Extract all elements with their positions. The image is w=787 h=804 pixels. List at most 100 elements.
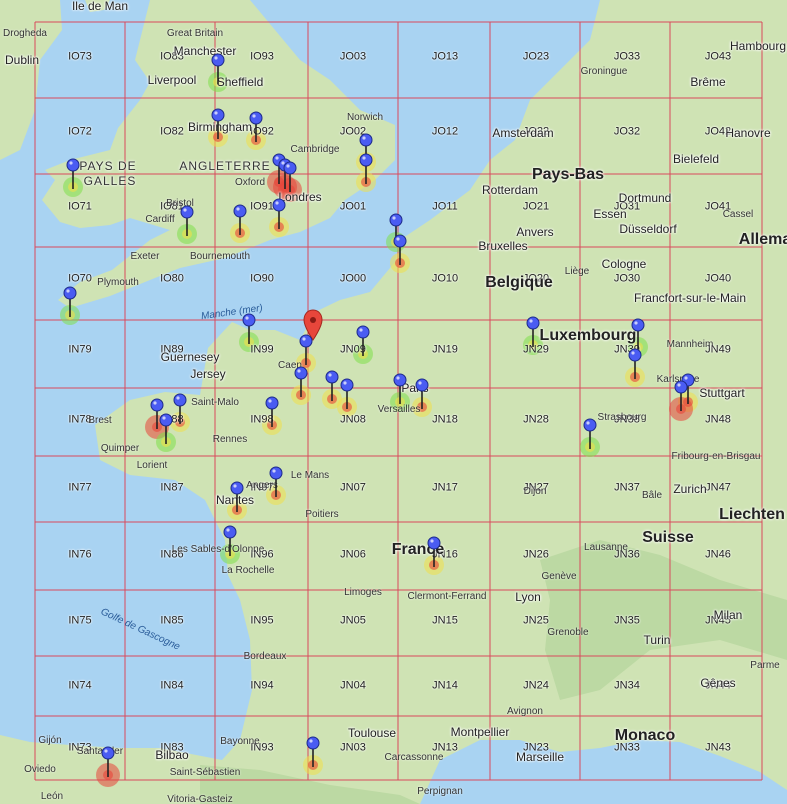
place-label: PAYS DE (79, 159, 137, 173)
blue-pin-marker[interactable] (207, 106, 229, 140)
map-view[interactable]: IO73 IO83 IO93 JO03 JO13 JO23 JO33 JO43 IO72 IO82… (0, 0, 787, 804)
grid-square-label: IO90 (250, 272, 274, 285)
place-label: Belgique (485, 274, 553, 291)
blue-pin-marker[interactable] (279, 159, 301, 193)
place-label: Vitoria-Gasteiz (167, 794, 233, 804)
grid-square-label: IN99 (250, 343, 274, 356)
grid-square-label: JN06 (340, 548, 366, 561)
blue-pin-marker[interactable] (522, 314, 544, 348)
blue-pin-marker[interactable] (670, 378, 692, 412)
place-label: Poitiers (305, 509, 339, 520)
place-label: Lyon (515, 590, 541, 604)
grid-square-label: JN24 (523, 679, 549, 692)
place-label: Guernesey (160, 350, 220, 364)
place-label: Suisse (642, 529, 694, 546)
grid-square-label: JN47 (705, 481, 731, 494)
place-label: Le Mans (290, 470, 330, 481)
grid-square-label: JO30 (613, 272, 641, 285)
blue-pin-marker[interactable] (176, 203, 198, 237)
place-label: Cardiff (145, 214, 175, 225)
place-label: Great Britain (166, 28, 224, 39)
place-label: Parme (750, 660, 780, 671)
grid-square-label: JO13 (431, 50, 459, 63)
grid-square-label: IO71 (68, 200, 92, 213)
place-label: Oxford (234, 177, 266, 188)
place-label: Stuttgart (699, 386, 745, 400)
place-label: Dublin (4, 53, 40, 67)
grid-square-label: IO72 (68, 125, 92, 138)
grid-square-label: JO03 (339, 50, 367, 63)
place-label: Düsseldorf (619, 222, 677, 236)
place-label: Cologne (601, 257, 647, 271)
place-label: Lorient (136, 460, 168, 471)
grid-square-label: JN15 (432, 614, 458, 627)
blue-pin-marker[interactable] (389, 371, 411, 405)
place-label: Milan (713, 608, 743, 622)
blue-pin-marker[interactable] (265, 464, 287, 498)
blue-pin-marker[interactable] (219, 523, 241, 557)
blue-pin-marker[interactable] (627, 316, 649, 350)
blue-pin-marker[interactable] (579, 416, 601, 450)
place-label: Saint-Malo (191, 397, 239, 408)
blue-pin-marker[interactable] (290, 364, 312, 398)
place-label: Luxembourg (539, 327, 637, 344)
place-label: Brême (690, 75, 726, 89)
blue-pin-marker[interactable] (355, 151, 377, 185)
place-label: La Rochelle (221, 565, 275, 576)
blue-pin-marker[interactable] (245, 109, 267, 143)
blue-pin-marker[interactable] (423, 534, 445, 568)
grid-square-label: IO73 (68, 50, 92, 63)
blue-pin-marker[interactable] (352, 323, 374, 357)
place-label: León (40, 791, 64, 802)
grid-square-label: JO40 (704, 272, 732, 285)
blue-pin-marker[interactable] (336, 376, 358, 410)
blue-pin-marker[interactable] (226, 479, 248, 513)
blue-pin-marker[interactable] (389, 232, 411, 266)
blue-pin-marker[interactable] (624, 346, 646, 380)
place-label: Essen (593, 207, 627, 221)
grid-square-label: JN48 (705, 413, 731, 426)
blue-pin-marker[interactable] (238, 311, 260, 345)
place-label: Gênes (700, 676, 736, 690)
blue-pin-marker[interactable] (155, 411, 177, 445)
blue-pin-marker[interactable] (302, 734, 324, 768)
place-label: Fribourg-en-Brisgau (671, 451, 761, 462)
grid-square-label: JN04 (340, 679, 366, 692)
place-label: Lausanne (584, 542, 628, 553)
grid-square-label: IN74 (68, 679, 92, 692)
grid-square-label: IO70 (68, 272, 92, 285)
blue-pin-marker[interactable] (411, 376, 433, 410)
grid-square-label: JO10 (431, 272, 459, 285)
place-label: Limoges (344, 587, 382, 598)
blue-pin-marker[interactable] (295, 332, 317, 366)
grid-square-label: JN18 (432, 413, 458, 426)
grid-square-label: IO93 (250, 50, 274, 63)
place-label: Francfort-sur-le-Main (633, 291, 747, 305)
place-label: Norwich (346, 112, 384, 123)
place-label: Saint-Sébastien (169, 767, 241, 778)
blue-pin-marker[interactable] (207, 51, 229, 85)
place-label: Liverpool (147, 73, 197, 87)
blue-pin-marker[interactable] (59, 284, 81, 318)
blue-pin-marker[interactable] (268, 196, 290, 230)
place-label: Strasbourg (597, 412, 647, 423)
blue-pin-marker[interactable] (229, 202, 251, 236)
grid-square-label: JO01 (339, 200, 367, 213)
grid-square-label: JN17 (432, 481, 458, 494)
place-label: Bordeaux (243, 651, 287, 662)
blue-pin-marker[interactable] (97, 744, 119, 778)
place-label: Bayonne (220, 736, 260, 747)
grid-square-label: JN28 (523, 413, 549, 426)
blue-pin-marker[interactable] (62, 156, 84, 190)
grid-square-label: IO82 (160, 125, 184, 138)
place-label: Exeter (130, 251, 160, 262)
grid-square-label: IN79 (68, 343, 92, 356)
grid-square-label: JN19 (432, 343, 458, 356)
grid-square-label: JN37 (614, 481, 640, 494)
grid-square-label: JN14 (432, 679, 458, 692)
grid-square-label: JN34 (614, 679, 640, 692)
blue-pin-marker[interactable] (261, 394, 283, 428)
place-label: Groningue (580, 66, 628, 77)
grid-square-label: JN26 (523, 548, 549, 561)
place-label: Ile de Man (71, 0, 129, 13)
